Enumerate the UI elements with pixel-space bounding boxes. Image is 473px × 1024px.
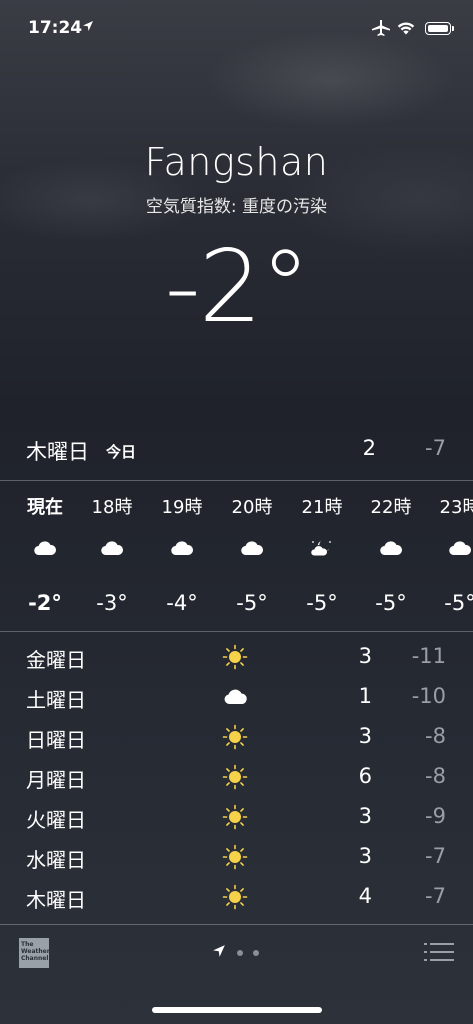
battery-icon [425,22,454,35]
home-indicator[interactable] [152,1007,322,1013]
sun-icon [222,764,248,790]
page-dot [237,950,243,956]
daily-low: -7 [425,884,446,908]
daily-row: 水曜日 3 -7 [0,838,473,878]
hourly-forecast-scroller[interactable]: 現在 -2° 18時 -3° 19時 -4° 20時 -5° 21時 -5° 2… [0,481,473,631]
daily-row: 火曜日 3 -9 [0,798,473,838]
hour-time: 23時 [439,497,473,518]
hour-time: 22時 [370,497,412,518]
cloud-icon [34,541,57,556]
sun-icon [222,644,248,670]
today-low: -7 [425,436,446,460]
cloud-icon [380,541,403,556]
status-bar: 17:24 [0,0,473,58]
hourly-item: 20時 -5° [217,481,287,631]
cloud-icon [449,541,472,556]
daily-day: 木曜日 [26,888,86,912]
hour-temp: -4° [166,591,198,615]
sun-icon [222,884,248,910]
hour-time: 21時 [301,497,343,518]
daily-low: -10 [411,684,446,708]
today-day: 木曜日 [26,440,89,464]
cloud-icon [101,541,124,556]
daily-high: 3 [358,724,372,748]
today-summary: 木曜日 今日 2 -7 [0,432,473,468]
today-high: 2 [362,436,376,460]
city-name: Fangshan [144,140,329,184]
hourly-item: 現在 -2° [10,481,80,631]
city-list-icon[interactable] [424,942,454,962]
air-quality-index: 空気質指数: 重度の汚染 [145,197,328,217]
location-arrow-icon [213,945,225,957]
hourly-item: 19時 -4° [147,481,217,631]
current-temperature: -2° [164,228,311,345]
daily-high: 3 [358,804,372,828]
daily-day: 日曜日 [26,728,86,752]
sun-icon [222,724,248,750]
hourly-item: 22時 -5° [356,481,426,631]
daily-day: 火曜日 [26,808,86,832]
hour-time: 20時 [231,497,273,518]
hour-time: 19時 [161,497,203,518]
cloud-icon [241,541,264,556]
hourly-item: 23時 -5° [425,481,473,631]
daily-low: -9 [425,804,446,828]
daily-high: 3 [358,844,372,868]
hour-time: 18時 [91,497,133,518]
hour-temp: -5° [236,591,268,615]
status-time: 17:24 [28,18,83,38]
location-arrow-icon [83,21,93,31]
hour-temp: -5° [444,591,473,615]
moon-cloud-icon [310,541,331,557]
daily-day: 水曜日 [26,848,86,872]
daily-low: -8 [425,764,446,788]
hourly-item: 21時 -5° [287,481,357,631]
daily-day: 土曜日 [26,688,86,712]
hour-temp: -3° [96,591,128,615]
daily-row: 月曜日 6 -8 [0,758,473,798]
daily-high: 4 [358,884,372,908]
daily-high: 6 [358,764,372,788]
daily-high: 3 [358,644,372,668]
daily-low: -8 [425,724,446,748]
hour-time: 現在 [27,497,63,518]
page-dot [253,950,259,956]
daily-row: 木曜日 4 -7 [0,878,473,918]
weather-channel-logo[interactable]: The Weather Channel [19,938,50,968]
divider-mid [0,631,473,632]
sun-icon [222,844,248,870]
cloud-icon [171,541,194,556]
cloud-icon [224,689,247,704]
daily-high: 1 [358,684,372,708]
daily-day: 月曜日 [26,768,86,792]
hour-temp: -2° [28,591,62,615]
daily-low: -11 [411,644,446,668]
daily-low: -7 [425,844,446,868]
today-label: 今日 [106,443,137,461]
bottom-toolbar: The Weather Channel [0,926,473,982]
daily-day: 金曜日 [26,648,86,672]
airplane-mode-icon [372,20,390,36]
divider-bottom [0,924,473,925]
hour-temp: -5° [375,591,407,615]
daily-row: 日曜日 3 -8 [0,718,473,758]
wifi-icon [397,22,415,35]
hourly-item: 18時 -3° [77,481,147,631]
sun-icon [222,804,248,830]
hour-temp: -5° [306,591,338,615]
daily-row: 金曜日 3 -11 [0,638,473,678]
daily-row: 土曜日 1 -10 [0,678,473,718]
